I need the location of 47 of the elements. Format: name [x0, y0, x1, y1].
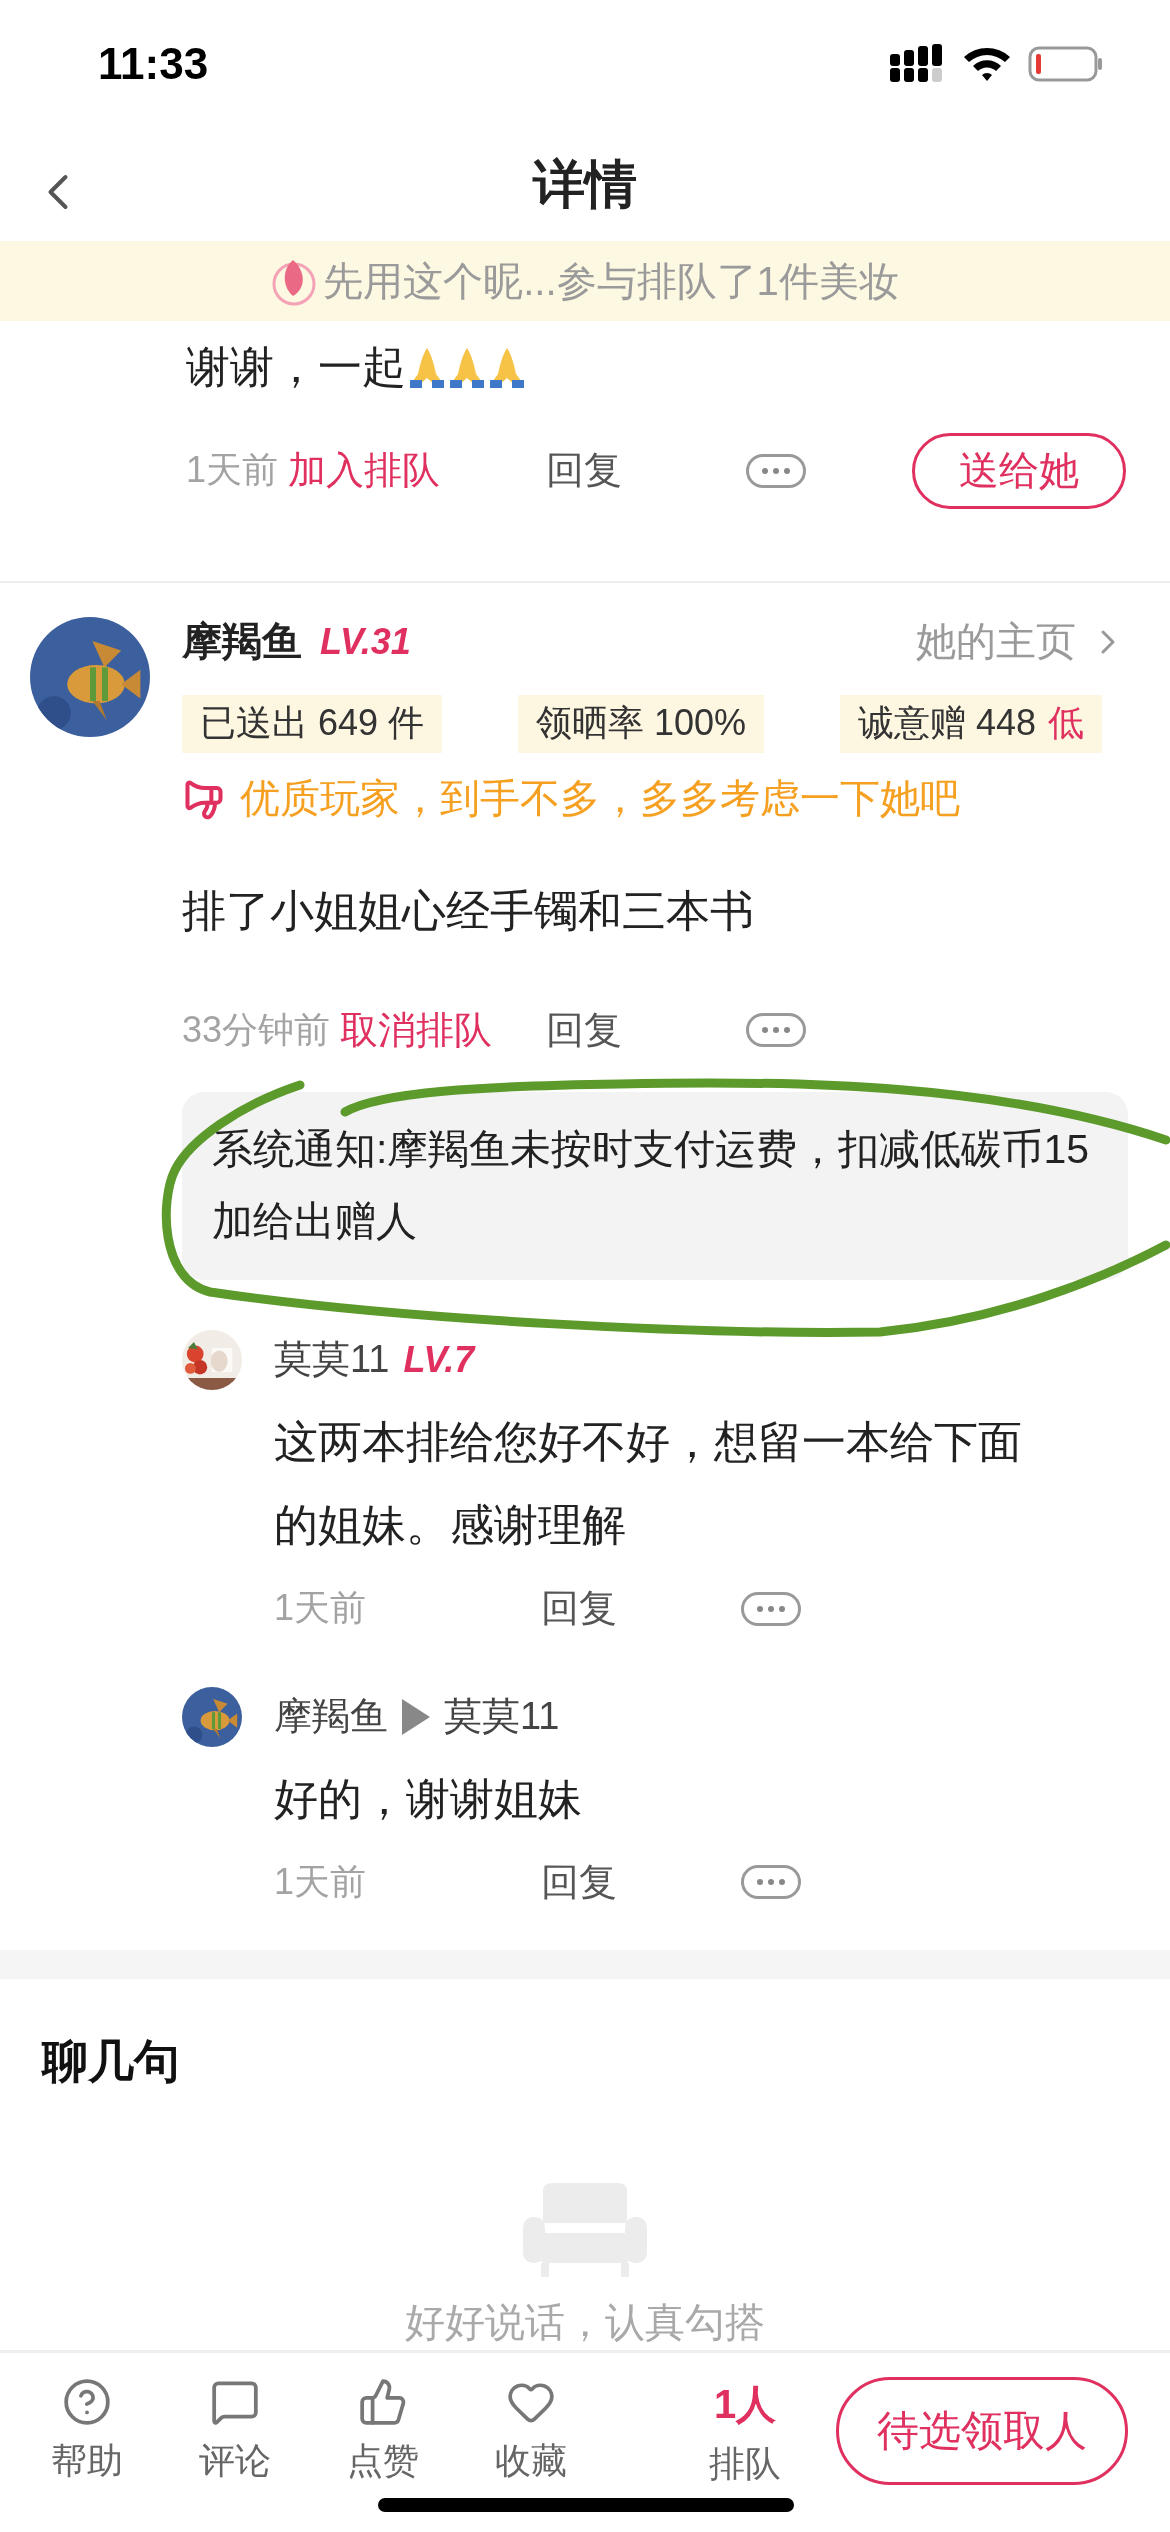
- choose-recipient-button[interactable]: 待选领取人: [836, 2376, 1128, 2485]
- banner-text: 先用这个昵...参与排队了1件美妆: [323, 257, 899, 305]
- queue-label: 排队: [709, 2441, 781, 2486]
- tab-item[interactable]: 帮助: [13, 2376, 161, 2486]
- user-level: LV.31: [320, 620, 411, 663]
- reply-button[interactable]: 回复: [546, 1004, 746, 1056]
- comment-text: 排了小姐姐心经手镯和三本书: [182, 885, 754, 935]
- stat-tag: 已送出 649 件: [182, 694, 443, 753]
- comment-text: 谢谢，一起: [186, 341, 406, 394]
- reply-time: 1天前: [274, 1859, 367, 1904]
- reply-button[interactable]: 回复: [546, 445, 746, 497]
- tab-item[interactable]: 点赞: [309, 2376, 457, 2486]
- comment-time: 33分钟前: [182, 1007, 331, 1052]
- user-level: LV.7: [403, 1338, 475, 1381]
- user-name: 摩羯鱼: [182, 618, 302, 665]
- gift-button[interactable]: 送给她: [912, 432, 1126, 509]
- empty-hint: 好好说话，认真勾搭: [405, 2298, 765, 2346]
- section-title: 聊几句: [40, 2033, 181, 2089]
- cancel-queue-link[interactable]: 取消排队: [340, 1004, 493, 1056]
- page-title: 详情: [533, 153, 637, 215]
- reply-button[interactable]: 回复: [541, 1856, 741, 1908]
- reply-author: 摩羯鱼: [274, 1694, 388, 1740]
- more-button[interactable]: [741, 1591, 801, 1626]
- notice-text: 优质玩家，到手不多，多多考虑一下她吧: [240, 775, 960, 822]
- more-button[interactable]: [746, 1013, 806, 1048]
- thumbs-up-icon: [358, 2376, 408, 2427]
- reply-time: 1天前: [274, 1586, 367, 1631]
- reply-arrow-icon: [402, 1698, 430, 1735]
- reply-author: 莫莫11: [274, 1337, 390, 1383]
- queue-count: 1人: [713, 2380, 777, 2428]
- more-button[interactable]: [741, 1865, 801, 1900]
- join-queue-link[interactable]: 加入排队: [288, 445, 441, 497]
- reply-target: 莫莫11: [444, 1694, 560, 1740]
- stat-tag: 领晒率 100%: [517, 694, 765, 753]
- reply-text: 这两本排给您好不好，想留一本给下面的姐妹。感谢理解: [274, 1416, 1022, 1550]
- comment-time: 1天前: [186, 448, 279, 493]
- tab-item[interactable]: 评论: [161, 2376, 309, 2486]
- stat-tag: 诚意赠 448 低: [839, 694, 1102, 753]
- queue-tab[interactable]: 1人 排队: [675, 2376, 815, 2489]
- battery-icon: [1028, 44, 1104, 83]
- system-notice: 系统通知:摩羯鱼未按时支付运费，扣减低碳币15加给出赠人: [182, 1092, 1128, 1280]
- help-icon: [62, 2376, 112, 2427]
- reply-text: 好的，谢谢姐妹: [274, 1773, 582, 1823]
- tab-item[interactable]: 收藏: [457, 2376, 605, 2486]
- status-time: 11:33: [98, 38, 209, 89]
- reply-button[interactable]: 回复: [541, 1583, 741, 1635]
- more-button[interactable]: [746, 453, 806, 488]
